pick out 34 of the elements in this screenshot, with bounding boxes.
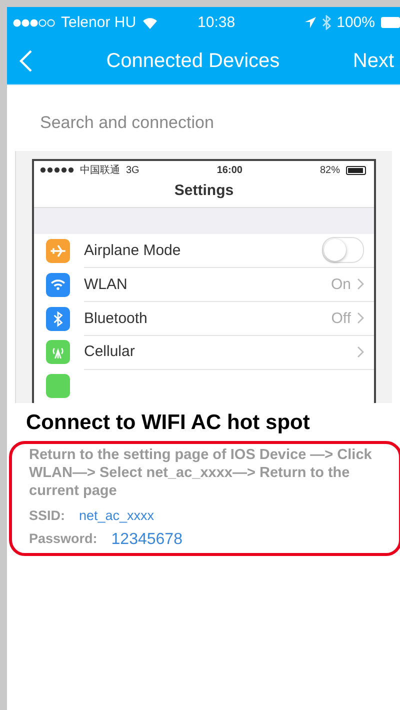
- location-icon: [304, 17, 316, 28]
- signal-icon: [13, 18, 55, 26]
- carrier-name: Telenor HU: [61, 14, 136, 31]
- back-button[interactable]: [19, 49, 33, 73]
- nav-title: Connected Devices: [105, 50, 281, 72]
- section-label: Search and connection: [39, 112, 215, 134]
- chevron-icon: [357, 312, 364, 324]
- settings-row-label: Cellular: [84, 343, 136, 360]
- status-time: 10:38: [196, 14, 236, 31]
- settings-row-label: WLAN: [84, 276, 128, 293]
- ssid-label: SSID:: [29, 508, 66, 523]
- password-label: Password:: [29, 531, 98, 548]
- carrier-name: 中国联通: [80, 164, 120, 178]
- network-type: 3G: [126, 164, 140, 176]
- signal-icon: [40, 167, 74, 174]
- wifi-icon: [142, 16, 158, 28]
- status-time: 16:00: [216, 164, 244, 176]
- bluetooth-icon: [322, 15, 331, 30]
- toggle-switch[interactable]: [322, 237, 364, 264]
- settings-row-label: Bluetooth: [84, 310, 148, 327]
- settings-row-label: Airplane Mode: [84, 242, 182, 259]
- battery-icon: [346, 166, 368, 175]
- battery-percent: 100%: [336, 14, 375, 31]
- next-button[interactable]: Next: [352, 50, 400, 72]
- chevron-icon: [357, 278, 364, 290]
- instruction-heading: Connect to WIFI AC hot spot: [26, 411, 311, 435]
- password-value: 12345678: [111, 531, 182, 549]
- settings-row-value: Off: [331, 310, 351, 327]
- battery-percent: 82%: [320, 164, 340, 176]
- ssid-value: net_ac_xxxx: [79, 508, 154, 523]
- chevron-icon: [357, 346, 364, 358]
- battery-icon: [381, 17, 400, 28]
- settings-row-value: On: [330, 276, 351, 293]
- instruction-text: Return to the setting page of IOS Device —> Click WLAN—> Select net_ac_xxxx—> Return to the current page: [29, 446, 373, 500]
